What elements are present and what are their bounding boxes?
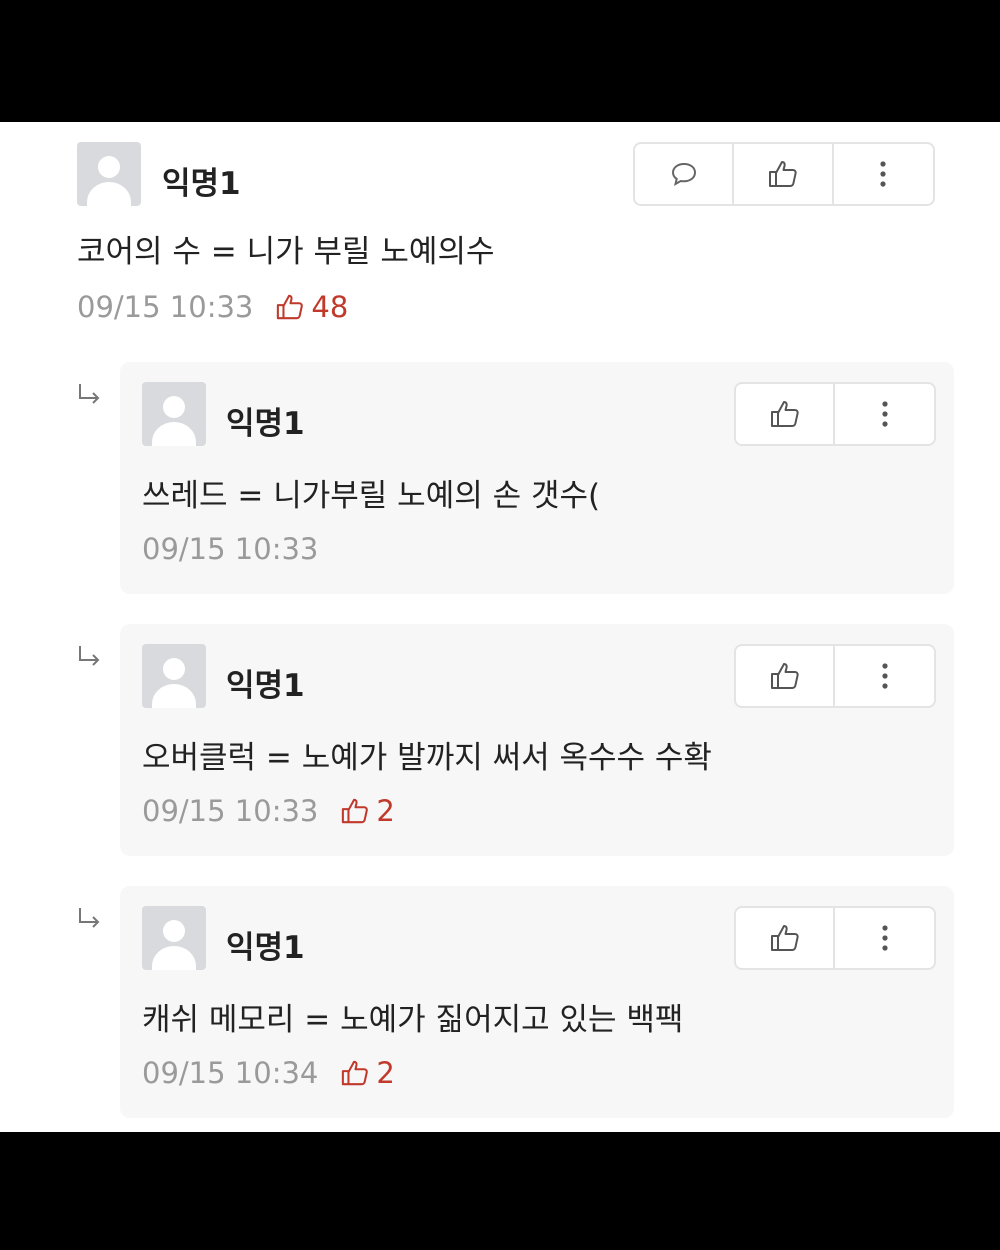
more-vertical-icon bbox=[881, 925, 888, 951]
comment-author: 익명1 bbox=[226, 406, 305, 442]
avatar bbox=[142, 906, 206, 970]
like-count-value: 48 bbox=[311, 290, 349, 324]
comment-time: 09/15 10:33 bbox=[142, 794, 319, 828]
comment-actions bbox=[734, 382, 936, 446]
comment-actions bbox=[734, 906, 936, 970]
comment-thread: 익명1 코어의 수 = 니가 부릴 노예의수 09/15 10:33 48 익명… bbox=[0, 122, 1000, 1132]
thumbs-up-icon bbox=[277, 294, 304, 320]
comment-time: 09/15 10:33 bbox=[142, 532, 319, 566]
comment-time: 09/15 10:33 bbox=[77, 290, 254, 324]
more-vertical-icon bbox=[881, 663, 888, 689]
comment-text: 코어의 수 = 니가 부릴 노예의수 bbox=[77, 234, 495, 270]
reply-button[interactable] bbox=[635, 144, 735, 204]
avatar bbox=[77, 142, 141, 206]
like-count: 2 bbox=[340, 1056, 395, 1090]
comment-meta: 09/15 10:34 2 bbox=[142, 1056, 395, 1090]
like-button[interactable] bbox=[736, 908, 836, 968]
avatar bbox=[142, 382, 206, 446]
thumbs-up-icon bbox=[770, 401, 799, 427]
comment-text: 캐쉬 메모리 = 노예가 짊어지고 있는 백팩 bbox=[142, 1002, 684, 1038]
comment-actions bbox=[633, 142, 935, 206]
like-button[interactable] bbox=[734, 144, 834, 204]
comment-author: 익명1 bbox=[162, 166, 241, 202]
avatar bbox=[142, 644, 206, 708]
more-vertical-icon bbox=[880, 161, 886, 187]
more-options-button[interactable] bbox=[835, 908, 934, 968]
more-options-button[interactable] bbox=[835, 646, 934, 706]
more-options-button[interactable] bbox=[834, 144, 933, 204]
thumbs-up-icon bbox=[342, 1060, 369, 1086]
speech-bubble-icon bbox=[671, 162, 696, 187]
comment-meta: 09/15 10:33 bbox=[142, 532, 318, 566]
thumbs-up-icon bbox=[770, 663, 799, 689]
like-button[interactable] bbox=[736, 384, 836, 444]
comment-meta: 09/15 10:33 48 bbox=[77, 290, 348, 324]
like-count-value: 2 bbox=[376, 794, 395, 828]
like-count: 48 bbox=[275, 290, 348, 324]
comment-text: 쓰레드 = 니가부릴 노예의 손 갯수( bbox=[142, 478, 601, 514]
thumbs-up-icon bbox=[770, 925, 799, 951]
reply-item: 익명1 캐쉬 메모리 = 노예가 짊어지고 있는 백팩 09/15 10:34 … bbox=[120, 886, 954, 1118]
like-button[interactable] bbox=[736, 646, 836, 706]
like-count: 2 bbox=[340, 794, 395, 828]
comment-time: 09/15 10:34 bbox=[142, 1056, 319, 1090]
thumbs-up-icon bbox=[342, 798, 369, 824]
reply-item: 익명1 쓰레드 = 니가부릴 노예의 손 갯수( 09/15 10:33 bbox=[120, 362, 954, 594]
reply-arrow-icon bbox=[79, 384, 100, 404]
reply-item: 익명1 오버클럭 = 노예가 발까지 써서 옥수수 수확 09/15 10:33… bbox=[120, 624, 954, 856]
reply-arrow-icon bbox=[79, 646, 100, 666]
comment-meta: 09/15 10:33 2 bbox=[142, 794, 395, 828]
comment-item: 익명1 코어의 수 = 니가 부릴 노예의수 09/15 10:33 48 bbox=[0, 122, 1000, 352]
comment-actions bbox=[734, 644, 936, 708]
comment-author: 익명1 bbox=[226, 668, 305, 704]
more-vertical-icon bbox=[881, 401, 888, 427]
more-options-button[interactable] bbox=[835, 384, 934, 444]
thumbs-up-icon bbox=[769, 161, 797, 187]
comment-text: 오버클럭 = 노예가 발까지 써서 옥수수 수확 bbox=[142, 740, 712, 776]
like-count-value: 2 bbox=[376, 1056, 395, 1090]
reply-arrow-icon bbox=[79, 908, 100, 928]
comment-author: 익명1 bbox=[226, 930, 305, 966]
